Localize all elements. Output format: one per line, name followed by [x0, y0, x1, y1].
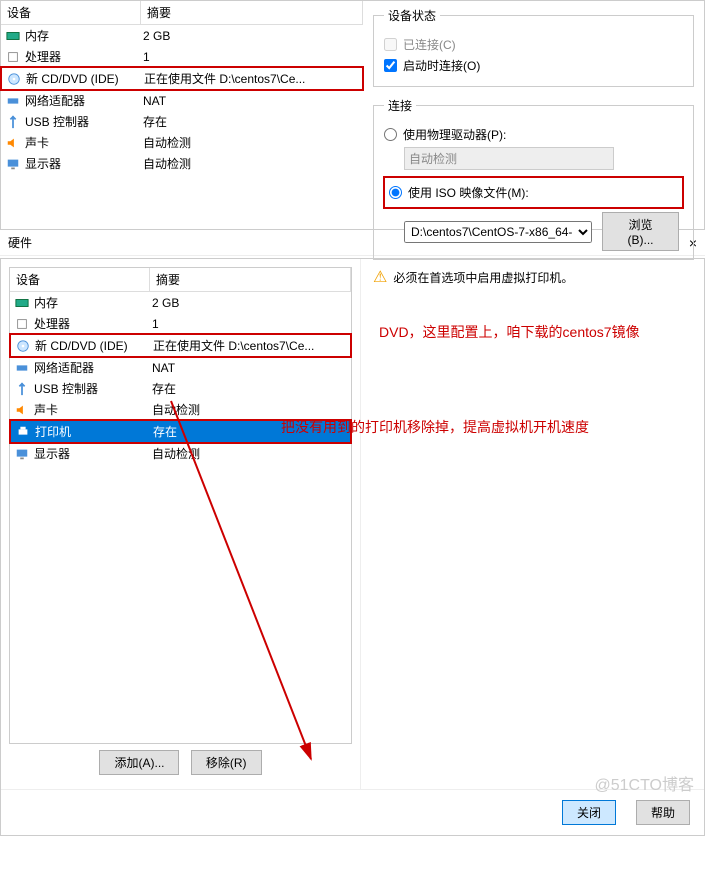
device-row-cd[interactable]: 新 CD/DVD (IDE) 正在使用文件 D:\centos7\Ce... [2, 68, 362, 89]
watermark-text: @51CTO博客 [594, 771, 694, 795]
device-row-sound[interactable]: 声卡 自动检测 [1, 132, 363, 153]
startup-checkbox[interactable]: 启动时连接(O) [384, 57, 683, 74]
close-button[interactable]: 关闭 [562, 800, 616, 825]
device-status-group: 设备状态 已连接(C) 启动时连接(O) [373, 7, 694, 87]
device-row-cpu[interactable]: 处理器 1 [1, 46, 363, 67]
physical-drive-select: 自动检测 [404, 147, 614, 170]
display-icon [14, 446, 30, 462]
remove-button[interactable]: 移除(R) [191, 750, 262, 775]
cpu-icon [14, 316, 30, 332]
startup-input[interactable] [384, 59, 397, 72]
annotation-dvd: DVD，这里配置上，咱下载的centos7镜像 [379, 322, 640, 342]
col-device-header: 设备 [1, 1, 141, 24]
device-row-network-2[interactable]: 网络适配器 NAT [10, 357, 351, 378]
network-icon [5, 93, 21, 109]
physical-drive-radio[interactable]: 使用物理驱动器(P): [384, 126, 683, 143]
sound-icon [5, 135, 21, 151]
hardware-title: 硬件 [8, 234, 32, 251]
device-row-memory[interactable]: 内存 2 GB [1, 25, 363, 46]
device-row-cd-2[interactable]: 新 CD/DVD (IDE) 正在使用文件 D:\centos7\Ce... [11, 335, 350, 356]
device-row-usb-2[interactable]: USB 控制器 存在 [10, 378, 351, 399]
device-row-network[interactable]: 网络适配器 NAT [1, 90, 363, 111]
browse-button[interactable]: 浏览(B)... [602, 212, 679, 251]
device-row-cpu-2[interactable]: 处理器 1 [10, 313, 351, 334]
usb-icon [14, 381, 30, 397]
memory-icon [5, 28, 21, 44]
printer-icon [15, 424, 31, 440]
col-summary-header: 摘要 [141, 1, 363, 24]
warning-icon: ⚠ [373, 267, 387, 287]
cd-icon [15, 338, 31, 354]
sound-icon [14, 402, 30, 418]
cpu-icon [5, 49, 21, 65]
iso-path-select[interactable]: D:\centos7\CentOS-7-x86_64- [404, 221, 592, 243]
display-icon [5, 156, 21, 172]
device-list-header: 设备 摘要 [1, 1, 363, 25]
device-row-usb[interactable]: USB 控制器 存在 [1, 111, 363, 132]
usb-icon [5, 114, 21, 130]
device-row-display[interactable]: 显示器 自动检测 [1, 153, 363, 174]
connection-group: 连接 使用物理驱动器(P): 自动检测 使用 ISO 映像文件(M): D:\c… [373, 97, 694, 260]
connected-checkbox[interactable]: 已连接(C) [384, 36, 683, 53]
device-row-memory-2[interactable]: 内存 2 GB [10, 292, 351, 313]
help-button[interactable]: 帮助 [636, 800, 690, 825]
iso-radio[interactable]: 使用 ISO 映像文件(M): [389, 184, 678, 201]
device-list-header-2: 设备 摘要 [10, 268, 351, 292]
device-row-display-2[interactable]: 显示器 自动检测 [10, 443, 351, 464]
network-icon [14, 360, 30, 376]
add-button[interactable]: 添加(A)... [99, 750, 179, 775]
cd-icon [6, 71, 22, 87]
annotation-printer: 把没有用到的打印机移除掉，提高虚拟机开机速度 [281, 417, 589, 437]
memory-icon [14, 295, 30, 311]
connected-input[interactable] [384, 38, 397, 51]
physical-radio-input[interactable] [384, 128, 397, 141]
iso-radio-input[interactable] [389, 186, 402, 199]
warning-message: ⚠ 必须在首选项中启用虚拟打印机。 [373, 267, 692, 287]
